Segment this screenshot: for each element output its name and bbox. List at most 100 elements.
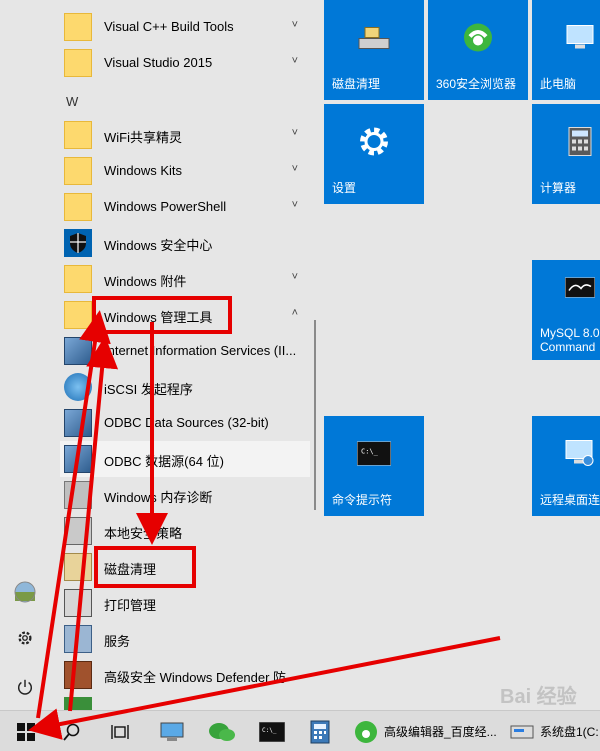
drive-icon bbox=[510, 725, 534, 738]
chevron-down-icon: ˅ bbox=[291, 163, 298, 175]
scrollbar[interactable] bbox=[314, 320, 316, 510]
folder-icon bbox=[64, 121, 92, 149]
mysql-icon bbox=[564, 277, 596, 303]
app-item[interactable]: Visual Studio 2015 ˅ bbox=[60, 45, 310, 81]
watermark: Bai 经验 bbox=[500, 686, 577, 708]
taskbar-computer[interactable] bbox=[152, 711, 192, 751]
remote-desktop-icon bbox=[564, 439, 596, 474]
tile-label: 此电脑 bbox=[540, 77, 577, 91]
chat-app-icon bbox=[209, 722, 235, 741]
search-button[interactable] bbox=[52, 711, 92, 751]
tile-360-browser[interactable]: 360安全浏览器 bbox=[428, 0, 528, 100]
app-item[interactable]: Windows Kits ˅ bbox=[60, 153, 310, 189]
app-item[interactable]: 高级安全 Windows Defender 防 bbox=[60, 657, 310, 693]
chevron-down-icon: ˅ bbox=[291, 127, 298, 139]
chevron-down-icon: ˅ bbox=[291, 19, 298, 31]
avatar-icon bbox=[14, 581, 36, 603]
app-label: Internet Information Services (II... bbox=[104, 343, 297, 358]
browser-360-icon bbox=[462, 22, 494, 59]
task-view-button[interactable] bbox=[100, 711, 140, 751]
taskbar-wechat[interactable] bbox=[202, 711, 242, 751]
app-icon bbox=[64, 697, 92, 710]
chevron-down-icon: ˅ bbox=[291, 199, 298, 211]
app-label: iSCSI 发起程序 bbox=[104, 382, 193, 397]
user-avatar[interactable] bbox=[10, 577, 40, 607]
policy-icon bbox=[64, 517, 92, 545]
start-button[interactable] bbox=[4, 711, 48, 751]
power-button[interactable] bbox=[10, 672, 40, 702]
app-label: Visual Studio 2015 bbox=[104, 55, 213, 70]
chevron-up-icon: ˄ bbox=[291, 307, 298, 319]
app-label: Windows Kits bbox=[104, 163, 183, 178]
tile-this-pc[interactable]: 此电脑 bbox=[532, 0, 600, 100]
app-item[interactable]: Windows 附件 ˅ bbox=[60, 261, 310, 297]
search-icon bbox=[63, 723, 80, 741]
folder-icon bbox=[64, 193, 92, 221]
disk-cleanup-icon bbox=[357, 25, 391, 56]
app-item[interactable]: ODBC 数据源(64 位) bbox=[60, 441, 310, 477]
power-icon bbox=[17, 679, 33, 695]
taskbar-app-drive[interactable]: 系统盘1(C: bbox=[506, 711, 600, 751]
odbc-icon bbox=[64, 409, 92, 437]
highlight-box-admin-tools bbox=[92, 296, 232, 334]
disk-cleanup-icon bbox=[64, 553, 92, 581]
svg-text:C:\_: C:\_ bbox=[361, 448, 379, 456]
tile-label: 命令提示符 bbox=[332, 493, 393, 507]
tile-label: 磁盘清理 bbox=[332, 77, 381, 91]
app-item[interactable]: iSCSI 发起程序 bbox=[60, 369, 310, 405]
tile-remote-desktop[interactable]: 远程桌面连接 bbox=[532, 416, 600, 516]
app-label: Windows 附件 bbox=[104, 274, 187, 289]
folder-icon bbox=[64, 13, 92, 41]
tile-label: MySQL 8.0 Command bbox=[540, 326, 600, 354]
taskbar-app-label: 系统盘1(C: bbox=[540, 725, 599, 739]
services-icon bbox=[64, 625, 92, 653]
section-letter[interactable]: W bbox=[66, 94, 78, 109]
app-label: WiFi共享精灵 bbox=[104, 130, 182, 145]
app-item[interactable]: WiFi共享精灵 ˅ bbox=[60, 117, 310, 153]
app-item[interactable]: Internet Information Services (II... bbox=[60, 333, 310, 369]
task-view-icon bbox=[111, 724, 129, 739]
tile-mysql[interactable]: MySQL 8.0 Command bbox=[532, 260, 600, 360]
tile-label: 计算器 bbox=[540, 181, 577, 195]
app-item-partial[interactable] bbox=[60, 693, 310, 710]
tile-settings[interactable]: 设置 bbox=[324, 104, 424, 204]
iscsi-icon bbox=[64, 373, 92, 401]
folder-icon bbox=[64, 49, 92, 77]
app-item[interactable]: Windows 内存诊断 bbox=[60, 477, 310, 513]
taskbar-app-browser[interactable]: 高级编辑器_百度经... bbox=[350, 711, 500, 751]
chevron-down-icon: ˅ bbox=[291, 55, 298, 67]
printer-icon bbox=[64, 589, 92, 617]
app-item[interactable]: 本地安全策略 bbox=[60, 513, 310, 549]
app-label: ODBC 数据源(64 位) bbox=[104, 454, 224, 469]
cmd-icon: C:\_ bbox=[259, 721, 285, 742]
app-item[interactable]: Windows PowerShell ˅ bbox=[60, 189, 310, 225]
app-item[interactable]: 打印管理 bbox=[60, 585, 310, 621]
tile-cmd[interactable]: C:\_ 命令提示符 bbox=[324, 416, 424, 516]
app-item[interactable]: ODBC Data Sources (32-bit) bbox=[60, 405, 310, 441]
svg-text:C:\_: C:\_ bbox=[262, 727, 277, 734]
memory-icon bbox=[64, 481, 92, 509]
app-item[interactable]: Windows 安全中心 bbox=[60, 225, 310, 261]
tile-calculator[interactable]: 计算器 bbox=[532, 104, 600, 204]
taskbar-app-label: 高级编辑器_百度经... bbox=[384, 725, 497, 739]
firewall-icon bbox=[64, 661, 92, 689]
start-rail bbox=[0, 0, 50, 710]
tile-label: 远程桌面连接 bbox=[540, 493, 600, 507]
browser-360-icon bbox=[355, 720, 377, 743]
tile-disk-cleanup[interactable]: 磁盘清理 bbox=[324, 0, 424, 100]
start-menu: Visual C++ Build Tools ˅ Visual Studio 2… bbox=[0, 0, 600, 710]
calculator-icon bbox=[310, 720, 330, 743]
app-label: 本地安全策略 bbox=[104, 526, 183, 541]
taskbar-cmd[interactable]: C:\_ bbox=[252, 711, 292, 751]
app-item[interactable]: Visual C++ Build Tools ˅ bbox=[60, 9, 310, 45]
odbc-icon bbox=[64, 445, 92, 473]
app-label: 高级安全 Windows Defender 防 bbox=[104, 670, 287, 685]
chevron-down-icon: ˅ bbox=[291, 271, 298, 283]
computer-icon bbox=[565, 24, 595, 57]
app-label: Windows 安全中心 bbox=[104, 238, 213, 253]
taskbar-calculator[interactable] bbox=[300, 711, 340, 751]
app-item[interactable]: 服务 bbox=[60, 621, 310, 657]
settings-rail-button[interactable] bbox=[10, 623, 40, 653]
folder-icon bbox=[64, 301, 92, 329]
app-label: 打印管理 bbox=[104, 598, 157, 613]
